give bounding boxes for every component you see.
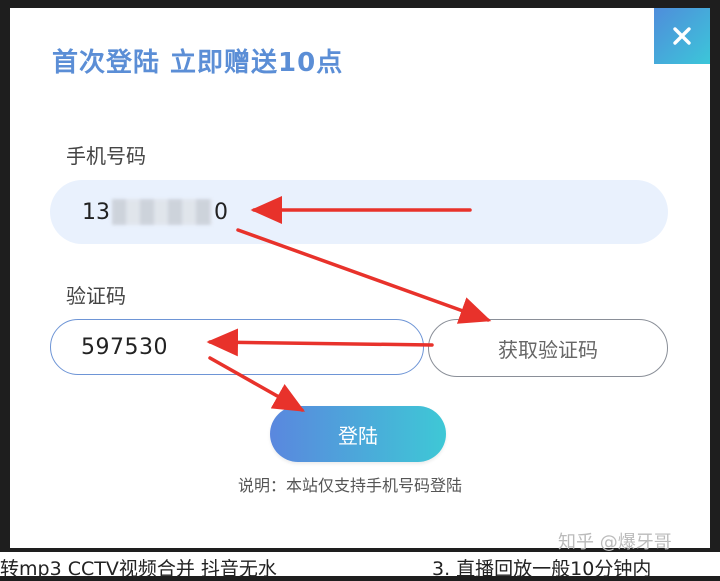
watermark: 知乎 @爆牙哥 <box>558 532 672 553</box>
login-modal: 首次登陆 立即赠送10点 手机号码 13 0 验证码 597530 获取验证码 … <box>10 8 710 548</box>
background-text-line: 3. 直播回放一般10分钟内 <box>432 558 652 580</box>
redacted-digits <box>112 199 212 225</box>
phone-value: 13 0 <box>82 199 228 225</box>
close-icon <box>673 27 691 45</box>
login-button[interactable]: 登陆 <box>270 406 446 462</box>
close-button[interactable] <box>654 8 710 64</box>
get-code-button[interactable]: 获取验证码 <box>428 319 668 377</box>
note-text: 说明：本站仅支持手机号码登陆 <box>238 476 463 495</box>
code-value: 597530 <box>81 334 168 360</box>
phone-suffix: 0 <box>214 199 228 225</box>
modal-title: 首次登陆 立即赠送10点 <box>52 48 344 78</box>
code-input[interactable]: 597530 <box>50 319 424 375</box>
code-label: 验证码 <box>66 284 126 308</box>
phone-input[interactable]: 13 0 <box>50 180 668 244</box>
phone-label: 手机号码 <box>66 144 146 168</box>
background-text-line: 转mp3 CCTV视频合并 抖音无水 <box>0 558 277 580</box>
phone-prefix: 13 <box>82 199 110 225</box>
